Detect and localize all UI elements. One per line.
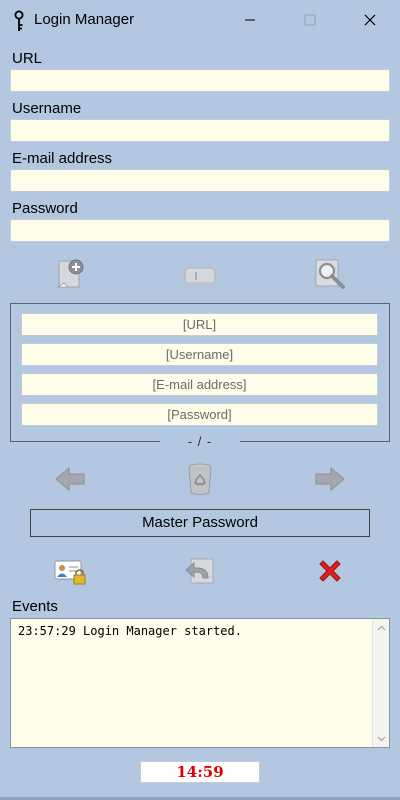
- add-entry-icon: [56, 259, 84, 288]
- close-button[interactable]: [347, 0, 393, 40]
- master-password-button[interactable]: Master Password: [30, 509, 370, 537]
- key-icon: [14, 10, 24, 31]
- email-label: E-mail address: [12, 150, 113, 167]
- delete-icon: [319, 560, 341, 582]
- password-label: Password: [12, 200, 78, 217]
- events-scrollbar[interactable]: [372, 619, 389, 747]
- preview-password: [Password]: [21, 403, 378, 426]
- entry-counter: - / -: [160, 434, 240, 450]
- username-label: Username: [12, 100, 82, 117]
- session-timer: 14:59: [140, 761, 260, 783]
- preview-username: [Username]: [21, 343, 378, 366]
- generate-button[interactable]: [182, 258, 218, 294]
- scroll-up-button[interactable]: [373, 619, 390, 636]
- next-arrow-icon: [315, 466, 345, 492]
- window-title: Login Manager: [34, 11, 135, 28]
- title-bar: Login Manager: [0, 0, 400, 40]
- username-field[interactable]: [10, 119, 390, 142]
- minimize-icon: [245, 19, 255, 21]
- password-field[interactable]: [10, 219, 390, 242]
- previous-button[interactable]: [52, 461, 88, 497]
- chevron-up-icon: [377, 625, 386, 630]
- url-field[interactable]: [10, 69, 390, 92]
- undo-button[interactable]: [182, 553, 218, 589]
- url-label: URL: [12, 50, 43, 67]
- maximize-icon: [304, 14, 316, 26]
- preview-url: [URL]: [21, 313, 378, 336]
- events-label: Events: [12, 598, 58, 615]
- close-icon: [364, 14, 376, 26]
- search-button[interactable]: [312, 256, 348, 292]
- user-card-lock-icon: [54, 560, 86, 585]
- previous-arrow-icon: [55, 466, 85, 492]
- delete-button[interactable]: [312, 553, 348, 589]
- recycle-bin-icon: [188, 463, 212, 495]
- user-card-button[interactable]: [52, 553, 88, 589]
- email-field[interactable]: [10, 169, 390, 192]
- scroll-down-button[interactable]: [373, 730, 390, 747]
- add-entry-button[interactable]: [52, 256, 88, 292]
- minimize-button[interactable]: [227, 0, 273, 40]
- preview-email: [E-mail address]: [21, 373, 378, 396]
- recycle-bin-button[interactable]: [182, 461, 218, 497]
- maximize-button[interactable]: [287, 0, 333, 40]
- events-log-text: 23:57:29 Login Manager started.: [18, 624, 242, 638]
- generate-icon: [184, 267, 216, 285]
- next-button[interactable]: [312, 461, 348, 497]
- search-icon: [315, 259, 345, 289]
- undo-icon: [185, 558, 214, 584]
- events-log[interactable]: 23:57:29 Login Manager started.: [10, 618, 390, 748]
- chevron-down-icon: [377, 736, 386, 741]
